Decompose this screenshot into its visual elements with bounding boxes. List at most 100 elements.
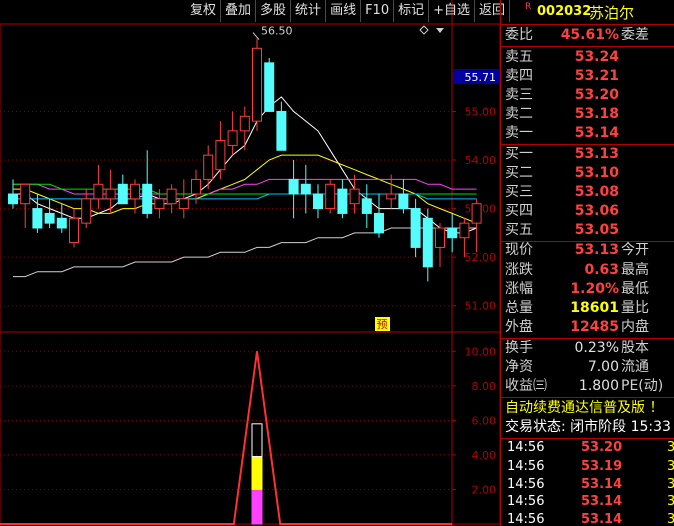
bid-row-4[interactable]: 买四 53.06 xyxy=(501,202,674,221)
candle-body xyxy=(313,193,323,210)
candle-body xyxy=(398,193,409,210)
candle-body xyxy=(386,193,397,200)
price-tick-label: 55.00 xyxy=(465,105,497,118)
ask-row-5[interactable]: 卖五 53.24 xyxy=(501,48,674,67)
candle-body xyxy=(447,227,458,239)
candle-body xyxy=(191,178,201,195)
candle-body xyxy=(166,188,177,205)
candle-body xyxy=(300,183,311,195)
weibi-row: 委比 45.61% 委差 xyxy=(501,26,674,45)
candle-body xyxy=(264,62,275,112)
stat-label-2: 内盘 xyxy=(621,319,649,335)
stat-value: 0.63 xyxy=(584,262,619,278)
ask-label: 卖五 xyxy=(505,49,533,65)
stat-label: 现价 xyxy=(505,242,533,258)
weibi-label: 委比 xyxy=(505,27,533,43)
candle-body xyxy=(422,217,433,268)
candle-body xyxy=(349,188,360,205)
indicator-bar-segment-2 xyxy=(251,456,263,490)
stat-label-2: PE(动) xyxy=(621,378,664,394)
tick-volume: 3 xyxy=(667,477,674,493)
stat-value: 1.20% xyxy=(570,281,619,297)
candle-body xyxy=(435,227,445,248)
stat-row-pct: 涨幅 1.20% 最低 xyxy=(501,280,674,299)
ask-label: 卖二 xyxy=(505,106,533,122)
stat-label-2: 量比 xyxy=(621,300,649,316)
candle-body xyxy=(215,140,226,171)
candle-body xyxy=(459,222,470,239)
multi-stock-button[interactable]: 多股 xyxy=(256,0,292,22)
candle-body xyxy=(154,198,165,210)
ask-row-2[interactable]: 卖二 53.18 xyxy=(501,105,674,124)
divider xyxy=(501,24,674,25)
volume-tick-label: 6.00 xyxy=(472,414,497,427)
statistics-button[interactable]: 统计 xyxy=(291,0,327,22)
kline-chart-area[interactable]: 51.0052.0053.0054.0055.0055.7156.50预2.00… xyxy=(0,0,500,526)
margin-badge: R xyxy=(525,2,532,12)
bid-row-1[interactable]: 买一 53.13 xyxy=(501,145,674,164)
tick-row: 14:56 53.19 3 xyxy=(501,459,674,475)
bid-price: 53.13 xyxy=(574,146,619,162)
stat-row-volume: 总量 18601 量比 xyxy=(501,299,674,318)
add-watchlist-button[interactable]: +自选 xyxy=(429,0,476,22)
price-tick-label: 51.00 xyxy=(465,300,497,313)
candle-body xyxy=(361,198,372,214)
dropdown-icon xyxy=(436,28,444,33)
stat-label: 总量 xyxy=(505,300,533,316)
stat-row-change: 涨跌 0.63 最高 xyxy=(501,261,674,280)
tick-time: 14:56 xyxy=(507,477,545,492)
ask-row-1[interactable]: 卖一 53.14 xyxy=(501,124,674,143)
ma-line-3 xyxy=(13,178,477,195)
stat-row-price: 现价 53.13 今开 xyxy=(501,241,674,260)
bid-price: 53.05 xyxy=(574,222,619,238)
tick-volume: 3 xyxy=(667,459,674,475)
tick-time: 14:56 xyxy=(507,459,545,474)
fuquan-button[interactable]: 复权 xyxy=(186,0,222,22)
bid-price: 53.08 xyxy=(574,184,619,200)
stat-label: 换手 xyxy=(505,340,533,356)
candle-body xyxy=(337,188,348,214)
stat-value: 0.23% xyxy=(574,340,619,356)
bid-label: 买三 xyxy=(505,184,533,200)
tick-row: 14:56 53.20 3 xyxy=(501,440,674,456)
indicator-bar-segment-3 xyxy=(251,423,263,458)
stat-label: 外盘 xyxy=(505,319,533,335)
candle-body xyxy=(56,217,67,229)
ask-row-4[interactable]: 卖四 53.21 xyxy=(501,67,674,86)
bid-label: 买一 xyxy=(505,146,533,162)
tick-time: 14:56 xyxy=(507,440,545,455)
stock-name: 苏泊尔 xyxy=(589,4,635,22)
volume-tick-label: 4.00 xyxy=(472,449,497,462)
stat-row-eps: 收益㈢ 1.800 PE(动) xyxy=(501,377,674,396)
candle-body xyxy=(203,154,214,180)
renewal-banner[interactable]: 自动续费通达信普及版 ！ xyxy=(501,397,674,419)
candle-body xyxy=(288,178,299,195)
tick-price: 53.14 xyxy=(581,512,623,526)
f10-button[interactable]: F10 xyxy=(361,0,395,22)
stat-label-2: 最高 xyxy=(621,262,649,278)
stat-label-2: 最低 xyxy=(621,281,649,297)
bid-row-3[interactable]: 买三 53.08 xyxy=(501,183,674,202)
quote-panel: R 002032 苏泊尔 委比 45.61% 委差 卖五 53.24 卖四 53… xyxy=(500,0,674,526)
ask-row-3[interactable]: 卖三 53.20 xyxy=(501,86,674,105)
bid-row-2[interactable]: 买二 53.10 xyxy=(501,164,674,183)
volume-tick-label: 8.00 xyxy=(472,380,497,393)
bid-row-5[interactable]: 买五 53.05 xyxy=(501,221,674,240)
tick-time: 14:56 xyxy=(507,512,545,526)
tick-row: 14:56 53.14 3 xyxy=(501,477,674,493)
stat-row-netasset: 净资 7.00 流通 xyxy=(501,358,674,377)
draw-line-button[interactable]: 画线 xyxy=(326,0,362,22)
stat-value: 1.800 xyxy=(578,378,619,394)
candle-body xyxy=(32,208,43,229)
indicator-spike-line xyxy=(0,351,452,525)
overlay-button[interactable]: 叠加 xyxy=(221,0,257,22)
stock-header: R 002032 苏泊尔 xyxy=(501,0,674,24)
chart-toolbar: 复权 叠加 多股 统计 画线 F10 标记 +自选 返回 xyxy=(186,0,511,22)
mark-button[interactable]: 标记 xyxy=(394,0,430,22)
tick-price: 53.19 xyxy=(581,459,623,474)
candle-body xyxy=(117,183,128,205)
pre-marker: 预 xyxy=(377,318,388,331)
stock-code: 002032 xyxy=(537,4,592,19)
stat-label-2: 今开 xyxy=(621,242,649,258)
tick-price: 53.20 xyxy=(581,440,623,455)
